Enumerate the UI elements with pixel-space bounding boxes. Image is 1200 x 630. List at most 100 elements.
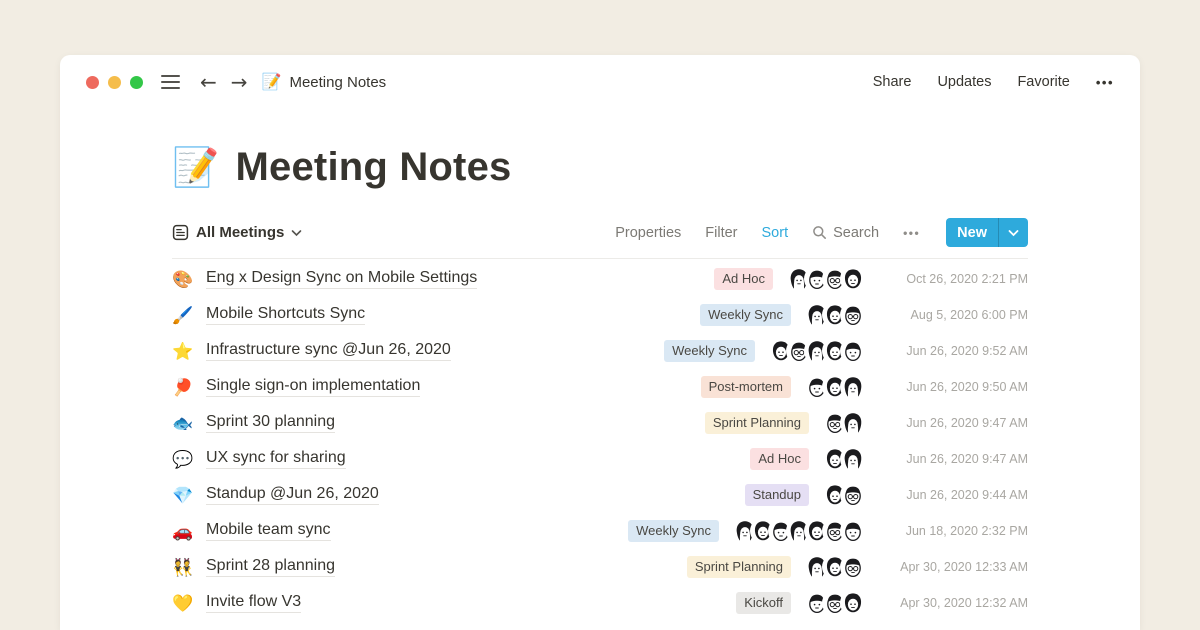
row-emoji-icon: 🖌️ [172, 307, 198, 324]
row-date: Aug 5, 2020 6:00 PM [878, 308, 1028, 322]
avatar [842, 304, 864, 326]
row-tag[interactable]: Standup [745, 484, 809, 505]
updates-button[interactable]: Updates [937, 74, 991, 90]
close-window-button[interactable] [86, 76, 99, 89]
row-tag[interactable]: Kickoff [736, 592, 791, 613]
row-emoji-icon: 💎 [172, 487, 198, 504]
row-title[interactable]: Invite flow V3 [206, 593, 301, 613]
row-emoji-icon: 💛 [172, 595, 198, 612]
row-tag[interactable]: Weekly Sync [664, 340, 755, 361]
breadcrumb-doc-title[interactable]: Meeting Notes [289, 74, 386, 91]
row-tag[interactable]: Sprint Planning [687, 556, 791, 577]
row-avatars [788, 268, 864, 290]
page-emoji-icon[interactable]: 📝 [172, 149, 220, 187]
row-date: Apr 30, 2020 12:32 AM [878, 596, 1028, 610]
app-window: ← → 📝 Meeting Notes Share Updates Favori… [60, 55, 1140, 630]
row-date: Oct 26, 2020 2:21 PM [878, 272, 1028, 286]
row-emoji-icon: 🚗 [172, 523, 198, 540]
row-date: Jun 26, 2020 9:50 AM [878, 380, 1028, 394]
row-tag[interactable]: Sprint Planning [705, 412, 809, 433]
search-control[interactable]: Search [812, 225, 879, 241]
row-avatars [824, 448, 864, 470]
row-avatars [734, 520, 864, 542]
avatar [842, 484, 864, 506]
chevron-down-icon [291, 228, 302, 240]
row-tag[interactable]: Ad Hoc [750, 448, 809, 469]
minimize-window-button[interactable] [108, 76, 121, 89]
row-emoji-icon: 👯 [172, 559, 198, 576]
forward-arrow-icon[interactable]: → [231, 72, 248, 92]
table-row[interactable]: 💬 UX sync for sharing Ad Hoc Jun 26, 202… [172, 441, 1028, 477]
more-options-icon[interactable]: ••• [1096, 75, 1114, 90]
view-name-label: All Meetings [196, 224, 284, 241]
table-row[interactable]: 💎 Standup @Jun 26, 2020 Standup Jun 26, … [172, 477, 1028, 513]
view-switcher[interactable]: All Meetings [172, 224, 302, 241]
avatar [842, 412, 864, 434]
table-row[interactable]: 🖌️ Mobile Shortcuts Sync Weekly Sync Aug… [172, 297, 1028, 333]
row-title[interactable]: Sprint 30 planning [206, 413, 335, 433]
titlebar-actions: Share Updates Favorite ••• [873, 74, 1114, 90]
row-emoji-icon: 💬 [172, 451, 198, 468]
avatar [842, 340, 864, 362]
avatar [842, 592, 864, 614]
row-tag[interactable]: Weekly Sync [700, 304, 791, 325]
row-date: Jun 26, 2020 9:47 AM [878, 416, 1028, 430]
row-emoji-icon: 🎨 [172, 271, 198, 288]
row-title[interactable]: Sprint 28 planning [206, 557, 335, 577]
avatar [842, 556, 864, 578]
table-row[interactable]: 💛 Invite flow V3 Kickoff Apr 30, 2020 12… [172, 585, 1028, 621]
toolbar-right: Properties Filter Sort Search ••• New [615, 218, 1028, 247]
row-date: Jun 26, 2020 9:47 AM [878, 452, 1028, 466]
meetings-list: 🎨 Eng x Design Sync on Mobile Settings A… [172, 261, 1028, 621]
properties-button[interactable]: Properties [615, 225, 681, 241]
table-row[interactable]: 🐟 Sprint 30 planning Sprint Planning Jun… [172, 405, 1028, 441]
row-tag[interactable]: Weekly Sync [628, 520, 719, 541]
new-dropdown-chevron-icon[interactable] [999, 218, 1028, 247]
row-avatars [806, 556, 864, 578]
row-tag[interactable]: Post-mortem [701, 376, 791, 397]
new-button-label: New [946, 218, 998, 247]
database-toolbar: All Meetings Properties Filter Sort Sear… [172, 218, 1028, 259]
table-row[interactable]: 👯 Sprint 28 planning Sprint Planning Apr… [172, 549, 1028, 585]
row-title[interactable]: Eng x Design Sync on Mobile Settings [206, 269, 477, 289]
row-avatars [806, 304, 864, 326]
share-button[interactable]: Share [873, 74, 912, 90]
row-title[interactable]: Mobile Shortcuts Sync [206, 305, 365, 325]
row-emoji-icon: 🏓 [172, 379, 198, 396]
table-row[interactable]: 🏓 Single sign-on implementation Post-mor… [172, 369, 1028, 405]
table-view-icon [172, 224, 189, 241]
table-row[interactable]: 🎨 Eng x Design Sync on Mobile Settings A… [172, 261, 1028, 297]
table-row[interactable]: 🚗 Mobile team sync Weekly Sync Jun 18, 2… [172, 513, 1028, 549]
row-title[interactable]: Infrastructure sync @Jun 26, 2020 [206, 341, 451, 361]
toolbar-more-icon[interactable]: ••• [903, 226, 920, 240]
row-date: Jun 26, 2020 9:44 AM [878, 488, 1028, 502]
row-title[interactable]: Single sign-on implementation [206, 377, 420, 397]
row-avatars [824, 484, 864, 506]
row-avatars [806, 592, 864, 614]
sort-button[interactable]: Sort [762, 225, 789, 241]
row-emoji-icon: 🐟 [172, 415, 198, 432]
table-row[interactable]: ⭐ Infrastructure sync @Jun 26, 2020 Week… [172, 333, 1028, 369]
window-titlebar: ← → 📝 Meeting Notes Share Updates Favori… [60, 55, 1140, 109]
row-avatars [806, 376, 864, 398]
search-label: Search [833, 225, 879, 241]
search-icon [812, 225, 827, 240]
row-tag[interactable]: Ad Hoc [714, 268, 773, 289]
row-title[interactable]: Standup @Jun 26, 2020 [206, 485, 379, 505]
row-emoji-icon: ⭐ [172, 343, 198, 360]
doc-emoji-icon: 📝 [262, 72, 282, 92]
row-title[interactable]: Mobile team sync [206, 521, 331, 541]
sidebar-menu-icon[interactable] [161, 75, 180, 89]
row-avatars [824, 412, 864, 434]
traffic-lights [86, 76, 143, 89]
row-date: Jun 26, 2020 9:52 AM [878, 344, 1028, 358]
page-title: 📝 Meeting Notes [172, 145, 1028, 190]
zoom-window-button[interactable] [130, 76, 143, 89]
back-arrow-icon[interactable]: ← [200, 72, 217, 92]
favorite-button[interactable]: Favorite [1017, 74, 1069, 90]
row-title[interactable]: UX sync for sharing [206, 449, 346, 469]
filter-button[interactable]: Filter [705, 225, 737, 241]
new-button[interactable]: New [946, 218, 1028, 247]
page-title-text[interactable]: Meeting Notes [236, 145, 512, 190]
page-content: 📝 Meeting Notes All Meetings Properties [60, 145, 1140, 621]
